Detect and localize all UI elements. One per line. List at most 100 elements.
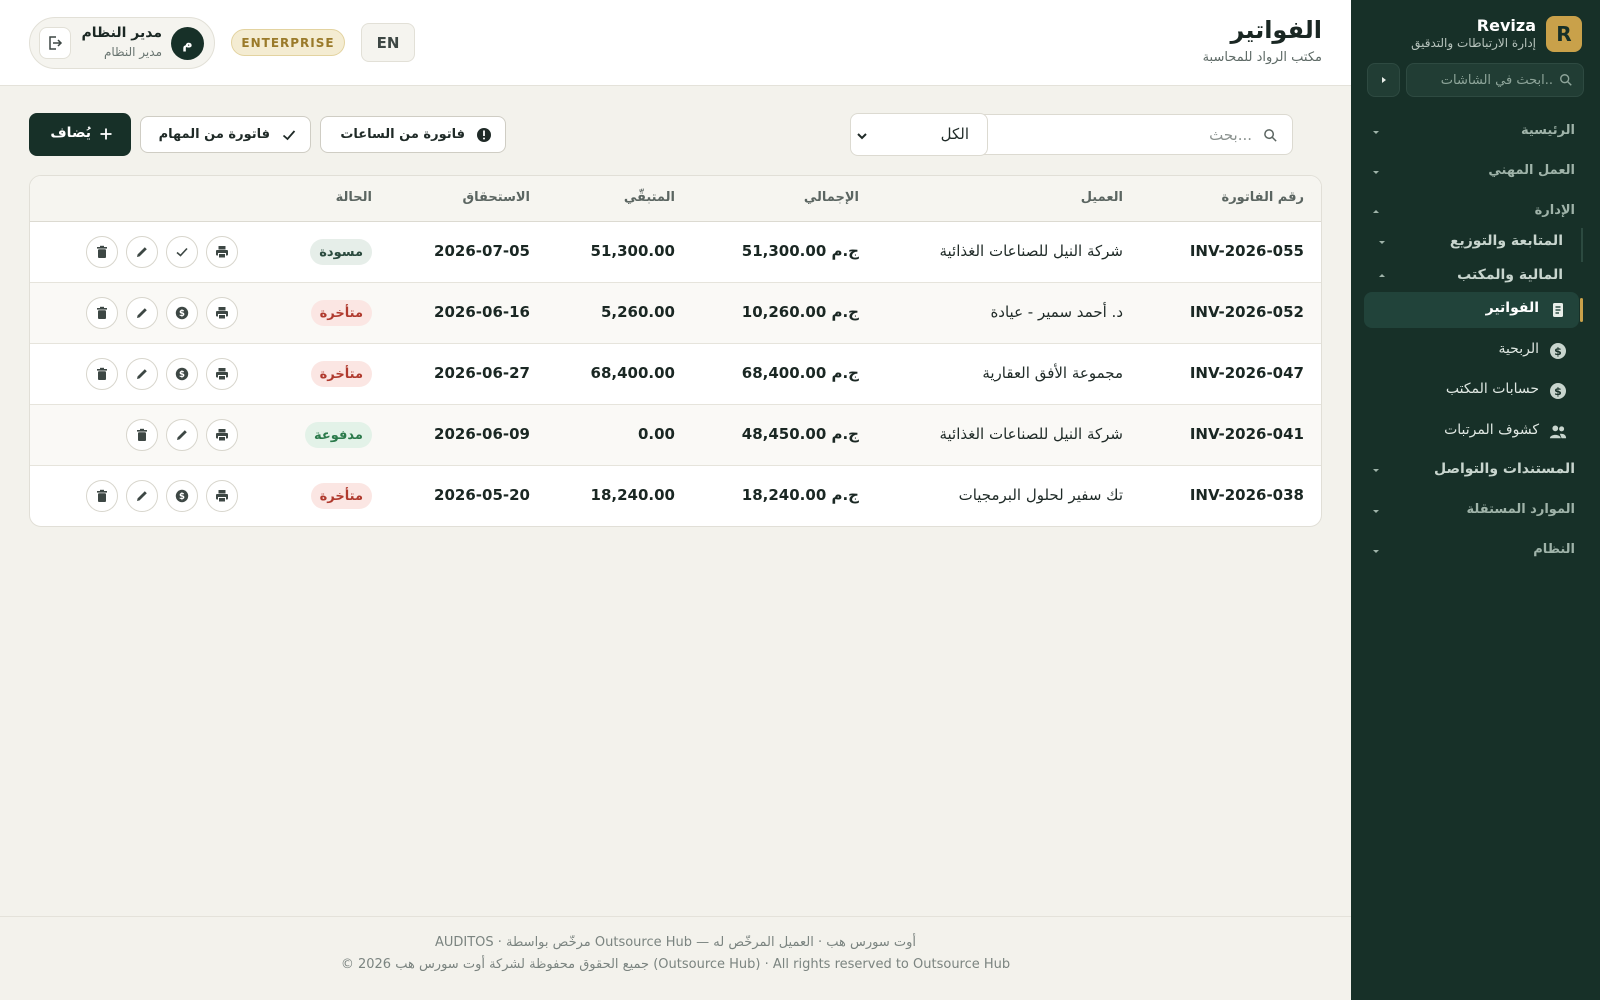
- logout-button[interactable]: [39, 27, 71, 59]
- button-label: فاتورة من الساعات: [340, 127, 465, 142]
- sidebar-item-profitability[interactable]: $ الربحية: [1364, 333, 1579, 369]
- client-name: د. أحمد سمير - عيادة: [990, 303, 1123, 321]
- chevron-down-icon[interactable]: [1377, 237, 1387, 247]
- column-header-due[interactable]: الاستحقاق: [463, 190, 530, 205]
- edit-button[interactable]: [126, 236, 158, 268]
- table-row[interactable]: INV-2026-055 شركة النيل للصناعات الغذائي…: [30, 222, 1321, 283]
- invoice-remaining: 18,240.00: [590, 486, 675, 504]
- invoice-total: ج.م 18,240.00: [741, 486, 859, 504]
- nav-section-system[interactable]: النظام: [1533, 542, 1575, 557]
- edit-button[interactable]: [126, 297, 158, 329]
- delete-button[interactable]: [86, 297, 118, 329]
- dollar-circle-icon: $: [1550, 383, 1566, 399]
- invoice-number[interactable]: INV-2026-055: [1190, 242, 1304, 260]
- status-filter-select[interactable]: الكل: [850, 113, 988, 156]
- delete-button[interactable]: [86, 236, 118, 268]
- sidebar-collapse-button[interactable]: [1367, 63, 1400, 97]
- invoice-search-input[interactable]: بحث...: [967, 114, 1293, 155]
- chevron-down-icon[interactable]: [1371, 127, 1381, 137]
- invoice-remaining: 5,260.00: [600, 303, 675, 321]
- nav-section-professional[interactable]: العمل المهني: [1488, 163, 1575, 178]
- invoice-total: ج.م 51,300.00: [741, 242, 859, 260]
- chevron-down-icon[interactable]: [1371, 506, 1381, 516]
- column-header-client[interactable]: العميل: [1081, 190, 1123, 205]
- brand-name: Reviza: [1476, 16, 1536, 35]
- sidebar-item-invoices[interactable]: الفواتير: [1364, 292, 1583, 328]
- chevron-up-icon[interactable]: [1371, 207, 1381, 217]
- invoice-number[interactable]: INV-2026-052: [1190, 303, 1304, 321]
- client-name: مجموعة الأفق العقارية: [982, 364, 1123, 382]
- invoice-due-date: 2026-05-20: [434, 486, 530, 504]
- print-button[interactable]: [206, 297, 238, 329]
- table-row[interactable]: INV-2026-052 د. أحمد سمير - عيادة ج.م 10…: [30, 283, 1321, 344]
- edit-button[interactable]: [126, 480, 158, 512]
- dollar-circle-icon: $: [175, 489, 189, 503]
- invoice-due-date: 2026-06-16: [434, 303, 530, 321]
- invoice-from-hours-button[interactable]: فاتورة من الساعات: [320, 116, 506, 153]
- record-payment-button[interactable]: $: [166, 358, 198, 390]
- svg-text:$: $: [1554, 385, 1562, 398]
- column-header-remaining[interactable]: المتبقّي: [624, 190, 675, 205]
- screen-search-placeholder: ابحث في الشاشات..: [1440, 73, 1553, 88]
- add-invoice-button[interactable]: يُضاف: [29, 113, 131, 156]
- chevron-down-icon[interactable]: [1371, 546, 1381, 556]
- column-header-total[interactable]: الإجمالي: [804, 190, 859, 205]
- nav-section-documents[interactable]: المستندات والتواصل: [1434, 461, 1575, 477]
- status-badge: متأخرة: [310, 483, 372, 509]
- print-button[interactable]: [206, 419, 238, 451]
- search-placeholder: بحث...: [1209, 126, 1252, 144]
- sidebar-item-office-accounts[interactable]: $ حسابات المكتب: [1364, 373, 1579, 409]
- table-row[interactable]: INV-2026-041 شركة النيل للصناعات الغذائي…: [30, 405, 1321, 466]
- page-subtitle: مكتب الرواد للمحاسبة: [1202, 50, 1322, 65]
- edit-button[interactable]: [166, 419, 198, 451]
- user-menu[interactable]: م مدير النظام مدير النظام: [29, 17, 215, 69]
- invoice-total: ج.م 68,400.00: [741, 364, 859, 382]
- clock-alert-icon: [477, 128, 491, 142]
- screen-search-input[interactable]: ابحث في الشاشات..: [1406, 63, 1584, 97]
- chevron-down-icon[interactable]: [1371, 167, 1381, 177]
- sidebar-item-label: كشوف المرتبات: [1444, 422, 1539, 438]
- table-row[interactable]: INV-2026-047 مجموعة الأفق العقارية ج.م 6…: [30, 344, 1321, 405]
- invoice-number[interactable]: INV-2026-041: [1190, 425, 1304, 443]
- sidebar-item-payroll[interactable]: كشوف المرتبات: [1364, 414, 1579, 450]
- nav-group-tracking[interactable]: المتابعة والتوزيع: [1450, 233, 1563, 249]
- table-row[interactable]: INV-2026-038 تك سفير لحلول البرمجيات ج.م…: [30, 466, 1321, 526]
- invoice-from-tasks-button[interactable]: فاتورة من المهام: [140, 116, 311, 153]
- chevron-down-icon: [857, 133, 867, 140]
- nav-section-home[interactable]: الرئيسية: [1521, 123, 1575, 138]
- record-payment-button[interactable]: $: [166, 297, 198, 329]
- sidebar: R Reviza إدارة الارتباطات والتدقيق ابحث …: [1351, 0, 1600, 1000]
- nav-section-independent[interactable]: الموارد المستقلة: [1467, 502, 1575, 517]
- client-name: شركة النيل للصناعات الغذائية: [939, 242, 1123, 260]
- trash-icon: [97, 306, 107, 319]
- invoice-number[interactable]: INV-2026-038: [1190, 486, 1304, 504]
- invoice-due-date: 2026-07-05: [434, 242, 530, 260]
- delete-button[interactable]: [126, 419, 158, 451]
- active-indicator: [1580, 298, 1583, 322]
- top-header: الفواتير مكتب الرواد للمحاسبة م مدير الن…: [0, 0, 1351, 86]
- record-payment-button[interactable]: $: [166, 480, 198, 512]
- nav-group-finance[interactable]: المالية والمكتب: [1457, 267, 1563, 283]
- printer-icon: [216, 307, 228, 320]
- chevron-down-icon[interactable]: [1371, 465, 1381, 475]
- invoice-remaining: 0.00: [637, 425, 675, 443]
- delete-button[interactable]: [86, 480, 118, 512]
- print-button[interactable]: [206, 358, 238, 390]
- plan-badge: ENTERPRISE: [231, 29, 345, 56]
- print-button[interactable]: [206, 480, 238, 512]
- chevron-up-icon[interactable]: [1377, 271, 1387, 281]
- sidebar-item-label: حسابات المكتب: [1445, 381, 1539, 397]
- print-button[interactable]: [206, 236, 238, 268]
- invoice-number[interactable]: INV-2026-047: [1190, 364, 1304, 382]
- column-header-number[interactable]: رقم الفاتورة: [1222, 190, 1304, 205]
- brand: R Reviza إدارة الارتباطات والتدقيق: [1362, 16, 1582, 56]
- edit-button[interactable]: [126, 358, 158, 390]
- approve-button[interactable]: [166, 236, 198, 268]
- delete-button[interactable]: [86, 358, 118, 390]
- column-header-status[interactable]: الحالة: [336, 190, 372, 205]
- printer-icon: [216, 490, 228, 503]
- nav-section-admin[interactable]: الإدارة: [1535, 203, 1575, 218]
- language-toggle-button[interactable]: EN: [361, 23, 415, 62]
- invoice-total: ج.م 10,260.00: [741, 303, 859, 321]
- trash-icon: [97, 367, 107, 380]
